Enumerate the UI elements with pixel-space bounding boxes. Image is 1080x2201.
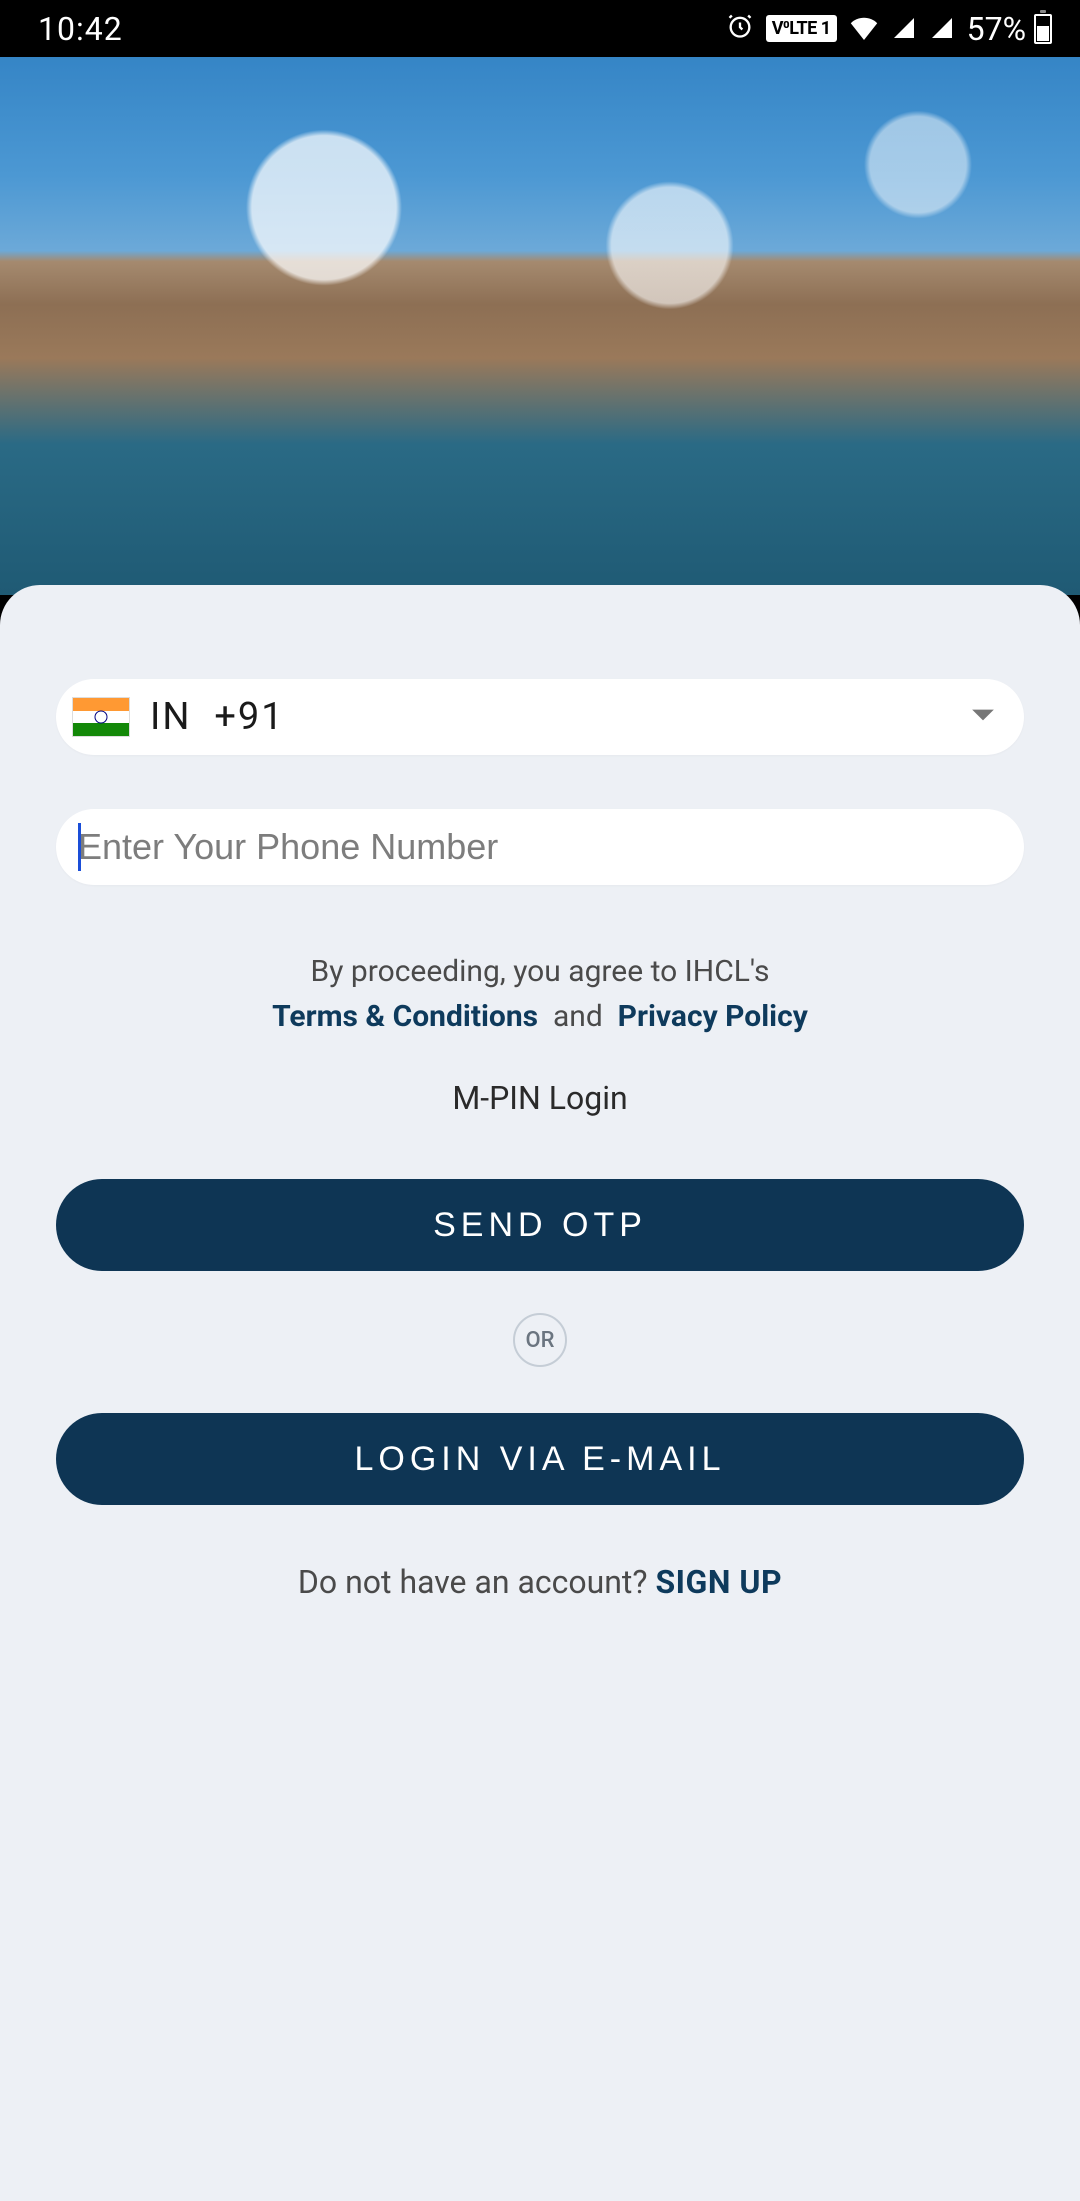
battery-indicator: 57% [967, 10, 1052, 48]
status-bar: 10:42 V⁰LTE 1 57% [0, 0, 1080, 57]
alarm-icon [726, 10, 754, 48]
login-via-email-button[interactable]: LOGIN VIA E-MAIL [56, 1413, 1024, 1505]
login-sheet: IN +91 By proceeding, you agree to IHCL'… [0, 585, 1080, 2201]
signal-icon-2 [929, 10, 955, 48]
or-divider: OR [56, 1313, 1024, 1367]
wifi-icon [849, 10, 879, 48]
country-code-text: IN +91 [150, 695, 285, 739]
chevron-down-icon [970, 707, 996, 727]
battery-percent: 57% [967, 10, 1026, 48]
status-icons: V⁰LTE 1 57% [726, 10, 1052, 48]
signup-link[interactable]: SIGN UP [655, 1563, 782, 1601]
text-cursor [78, 823, 81, 871]
mpin-login-link[interactable]: M-PIN Login [56, 1079, 1024, 1117]
or-badge: OR [513, 1313, 567, 1367]
status-time: 10:42 [38, 10, 123, 48]
battery-icon [1034, 14, 1052, 44]
send-otp-button[interactable]: SEND OTP [56, 1179, 1024, 1271]
india-flag-icon [72, 697, 130, 737]
volte-badge: V⁰LTE 1 [766, 15, 837, 42]
signal-icon [891, 10, 917, 48]
phone-field[interactable] [56, 809, 1024, 885]
hero-image [0, 57, 1080, 595]
privacy-link[interactable]: Privacy Policy [618, 999, 808, 1034]
legal-text: By proceeding, you agree to IHCL's Terms… [56, 949, 1024, 1039]
phone-input[interactable] [72, 826, 996, 868]
signup-row: Do not have an account? SIGN UP [56, 1563, 1024, 1601]
country-code-selector[interactable]: IN +91 [56, 679, 1024, 755]
terms-link[interactable]: Terms & Conditions [272, 999, 538, 1034]
